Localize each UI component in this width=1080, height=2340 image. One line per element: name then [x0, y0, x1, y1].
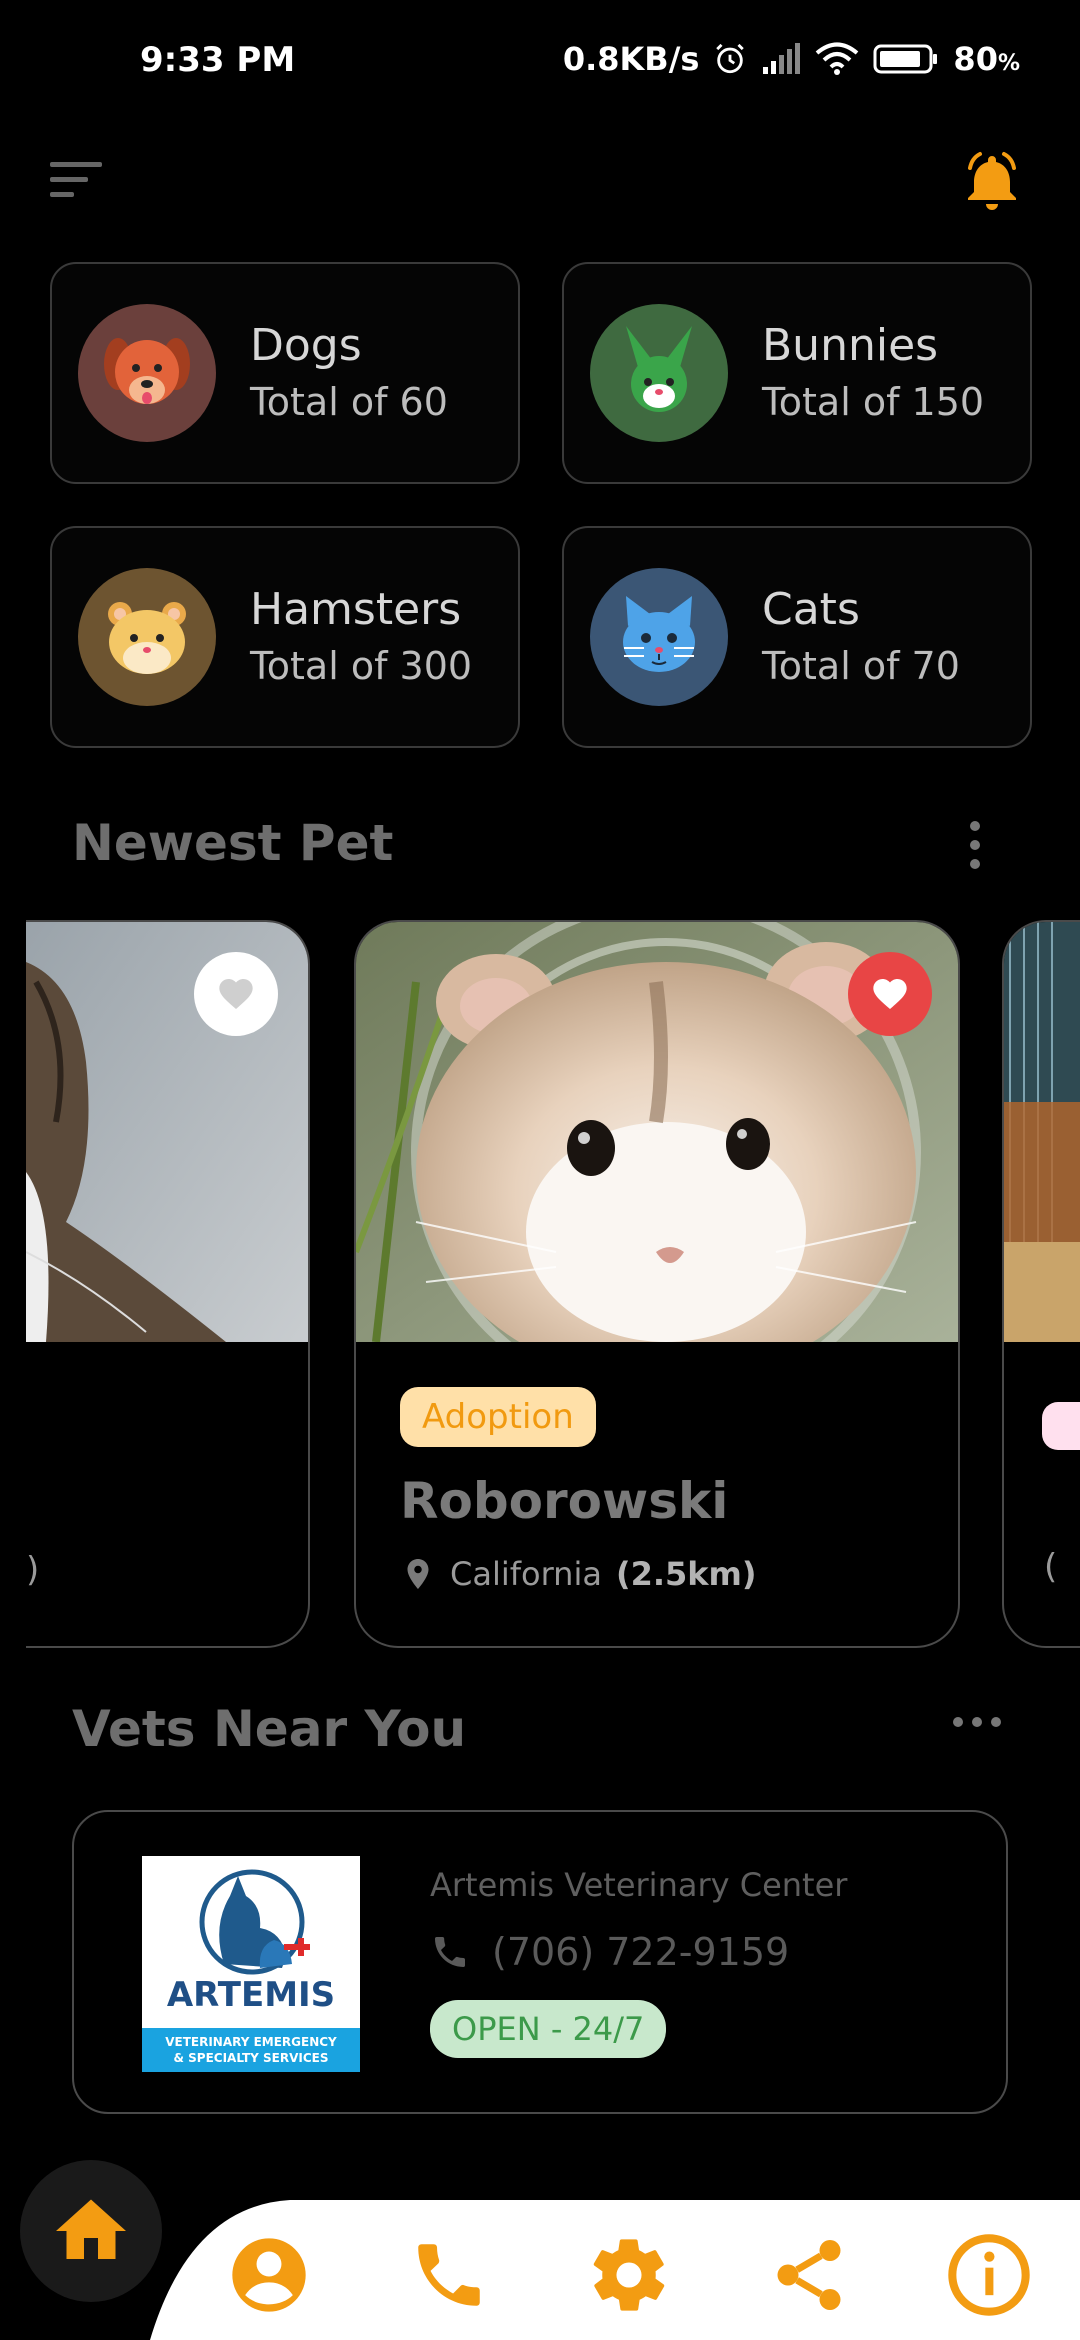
category-card-hamsters[interactable]: Hamsters Total of 300: [50, 526, 520, 748]
network-speed: 0.8KB/s: [562, 40, 700, 78]
top-app-bar: [0, 140, 1080, 220]
phone-icon: [435, 1937, 465, 1967]
battery-icon: [873, 44, 938, 74]
settings-icon: [593, 2239, 665, 2311]
bunny-icon: [590, 304, 728, 442]
vet-logo: ARTEMIS VETERINARY EMERGENCY & SPECIALTY…: [142, 1856, 360, 2072]
pet-card-next[interactable]: (: [1002, 920, 1080, 1648]
status-right: 0.8KB/s 80%: [563, 40, 1020, 78]
location-pin-icon: [407, 1559, 429, 1589]
category-name: Dogs: [250, 320, 362, 371]
vet-card[interactable]: ARTEMIS VETERINARY EMERGENCY & SPECIALTY…: [72, 1810, 1008, 2114]
category-total: Total of 150: [762, 380, 985, 424]
notification-bell-icon[interactable]: [960, 148, 1024, 212]
signal-icon: [763, 43, 801, 74]
nav-phone-button[interactable]: [404, 2230, 494, 2320]
tag-partial: [1042, 1402, 1080, 1450]
info-icon: [948, 2234, 1030, 2316]
more-horizontal-icon[interactable]: [952, 1712, 1002, 1732]
vet-logo-subtitle-2: & SPECIALTY SERVICES: [173, 2051, 328, 2065]
share-icon: [777, 2240, 841, 2310]
more-vertical-icon[interactable]: [965, 820, 985, 870]
wifi-icon: [816, 42, 859, 75]
nav-profile-button[interactable]: [224, 2230, 314, 2320]
vet-phone[interactable]: (706) 722-9159: [430, 1930, 789, 1974]
alarm-icon: [716, 43, 745, 74]
category-card-cats[interactable]: Cats Total of 70: [562, 526, 1032, 748]
nav-info-button[interactable]: [944, 2230, 1034, 2320]
newest-pet-title: Newest Pet: [72, 814, 394, 872]
heart-icon: [219, 979, 253, 1009]
pet-city: California: [450, 1555, 602, 1593]
vet-name: Artemis Veterinary Center: [430, 1866, 848, 1904]
bottom-nav: [0, 2200, 1080, 2340]
vet-phone-number: (706) 722-9159: [492, 1930, 790, 1974]
pet-card-hamster[interactable]: Adoption Roborowski California (2.5km): [354, 920, 960, 1648]
adoption-tag: Adoption: [400, 1387, 596, 1447]
category-name: Hamsters: [250, 584, 462, 635]
category-name: Cats: [762, 584, 860, 635]
category-total: Total of 70: [762, 644, 960, 688]
battery-level: 80%: [953, 40, 1020, 78]
favorite-button[interactable]: [194, 952, 278, 1036]
category-name: Bunnies: [762, 320, 939, 371]
vet-logo-subtitle-1: VETERINARY EMERGENCY: [165, 2035, 337, 2049]
heart-icon: [873, 979, 907, 1009]
pet-distance: (2.5km): [615, 1555, 757, 1593]
cat-icon: [590, 568, 728, 706]
vet-logo-text: ARTEMIS: [167, 1975, 335, 2015]
category-card-dogs[interactable]: Dogs Total of 60: [50, 262, 520, 484]
pet-name: Roborowski: [400, 1472, 729, 1530]
profile-icon: [232, 2238, 306, 2312]
pet-location: California (2.5km): [400, 1554, 757, 1594]
category-card-bunnies[interactable]: Bunnies Total of 150: [562, 262, 1032, 484]
pet-distance-partial: ): [26, 1550, 40, 1590]
nav-share-button[interactable]: [764, 2230, 854, 2320]
menu-icon[interactable]: [50, 160, 106, 200]
pet-photo: [1004, 922, 1080, 1342]
status-time: 9:33 PM: [140, 40, 296, 80]
open-status-badge: OPEN - 24/7: [430, 2000, 667, 2058]
nav-settings-button[interactable]: [584, 2230, 674, 2320]
favorite-button[interactable]: [848, 952, 932, 1036]
vets-near-you-title: Vets Near You: [72, 1700, 467, 1758]
pet-card-cat[interactable]: ): [26, 920, 310, 1648]
hamster-icon: [78, 568, 216, 706]
category-total: Total of 60: [250, 380, 448, 424]
dog-icon: [78, 304, 216, 442]
category-total: Total of 300: [250, 644, 473, 688]
status-bar: 9:33 PM 0.8KB/s 80%: [0, 0, 1080, 130]
phone-icon: [418, 2244, 480, 2306]
pet-distance-partial: (: [1044, 1547, 1058, 1587]
